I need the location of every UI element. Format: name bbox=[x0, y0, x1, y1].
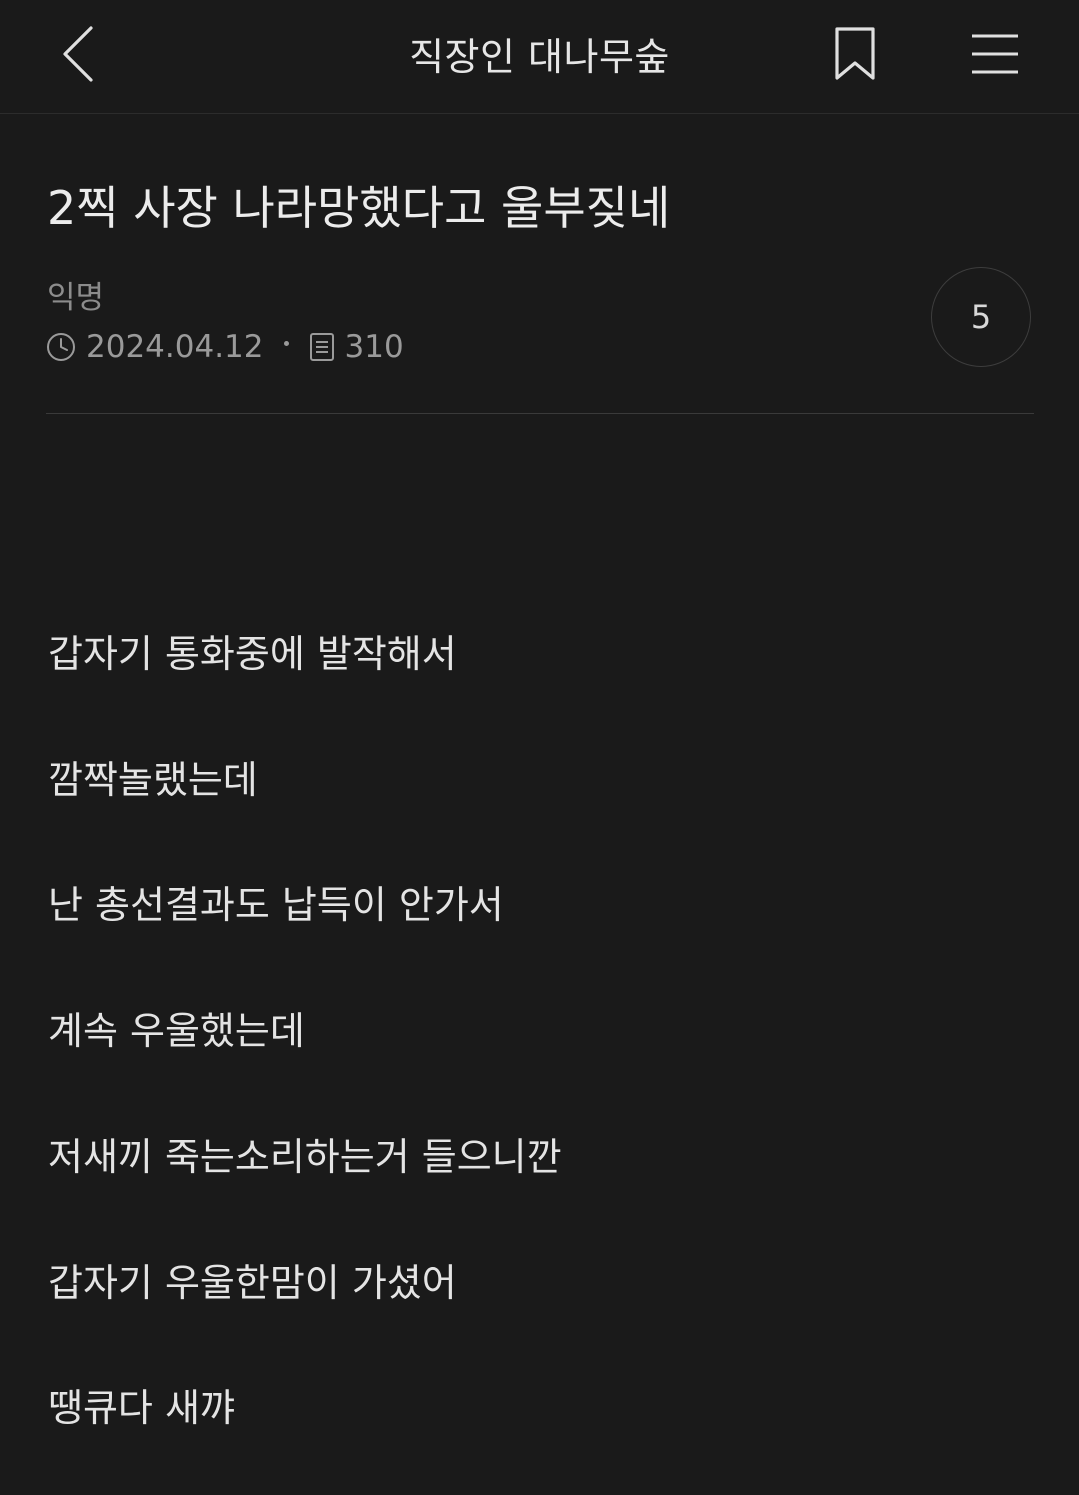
post-body-line: 깜짝놀랬는데 bbox=[48, 758, 258, 802]
clock-icon bbox=[46, 332, 76, 362]
post-body-line: 난 총선결과도 납득이 안가서 bbox=[48, 883, 504, 927]
meta-separator bbox=[283, 340, 289, 346]
menu-button[interactable] bbox=[960, 16, 1030, 92]
view-count: 310 bbox=[344, 329, 404, 365]
bookmark-icon bbox=[835, 27, 875, 80]
post-body-line: 갑자기 우울한맘이 가셨어 bbox=[48, 1261, 457, 1305]
post-body-line: 계속 우울했는데 bbox=[48, 1009, 305, 1053]
post-author: 익명 bbox=[47, 280, 105, 316]
post-title: 2찍 사장 나라망했다고 울부짖네 bbox=[47, 181, 671, 235]
comment-count-button[interactable]: 5 bbox=[931, 267, 1031, 367]
document-icon bbox=[309, 332, 335, 362]
post-body-line: 저새끼 죽는소리하는거 들으니깐 bbox=[48, 1135, 562, 1179]
post-meta: 2024.04.12 310 bbox=[46, 326, 404, 368]
post-body-line: 갑자기 통화중에 발작해서 bbox=[48, 632, 457, 676]
comment-count: 5 bbox=[970, 298, 992, 336]
post-date: 2024.04.12 bbox=[86, 329, 264, 365]
hamburger-menu-icon bbox=[972, 34, 1018, 74]
bookmark-button[interactable] bbox=[822, 16, 888, 92]
post-body-line: 땡큐다 새꺄 bbox=[48, 1386, 235, 1430]
board-title: 직장인 대나무숲 bbox=[409, 35, 670, 79]
header-divider bbox=[46, 413, 1034, 414]
top-app-bar: 직장인 대나무숲 bbox=[0, 0, 1079, 114]
